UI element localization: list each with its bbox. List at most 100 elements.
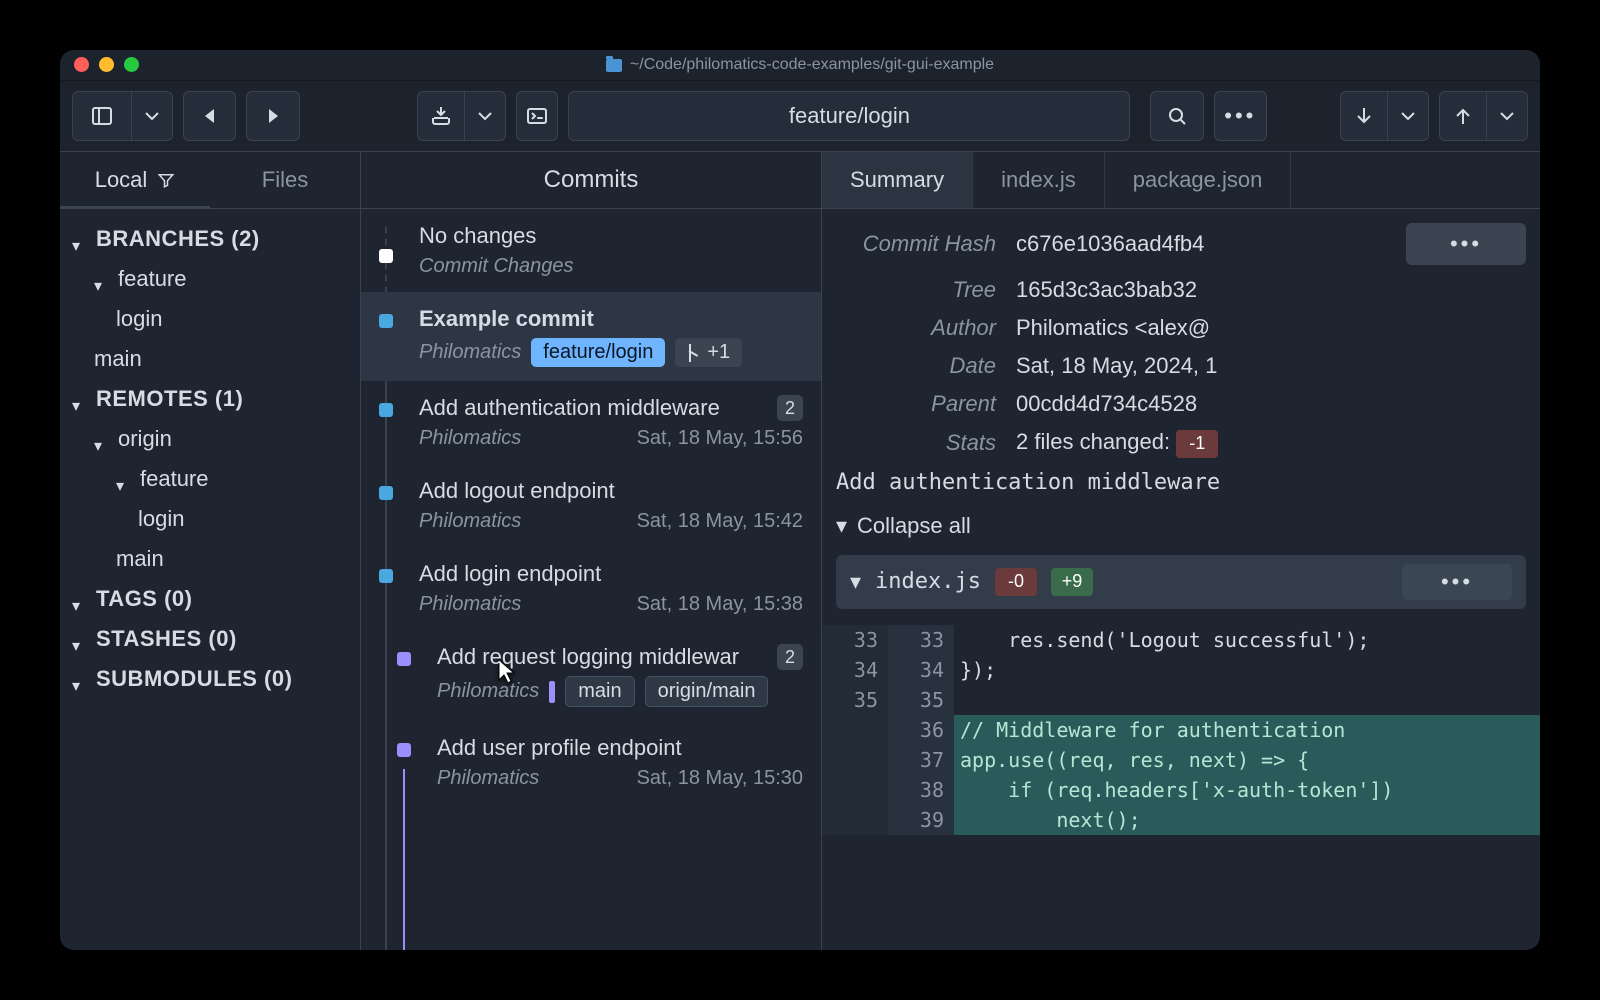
- meta-value: 00cdd4d734c4528: [1016, 391, 1406, 417]
- minimize-window-icon[interactable]: [99, 57, 114, 72]
- commit-author: Philomatics: [419, 593, 521, 616]
- pull-menu-button[interactable]: [1387, 91, 1429, 141]
- sidebar: Local Files BRANCHES (2) feature login m…: [60, 152, 361, 950]
- chevron-down-icon: [1495, 104, 1519, 128]
- meta-key: Commit Hash: [836, 231, 1016, 257]
- sidebar-menu-button[interactable]: [131, 91, 173, 141]
- tree-section-remotes[interactable]: REMOTES (1): [68, 379, 360, 419]
- commit-date: Sat, 18 May, 15:30: [637, 767, 803, 790]
- tree-section-tags[interactable]: TAGS (0): [68, 579, 360, 619]
- chevron-down-icon: [72, 591, 88, 607]
- meta-key: Date: [836, 353, 1016, 379]
- diff-file-header[interactable]: ▾ index.js -0 +9 •••: [836, 555, 1526, 609]
- stat-deletions: -0: [995, 568, 1037, 596]
- stash-button[interactable]: [417, 91, 464, 141]
- working-copy-row[interactable]: No changes Commit Changes: [361, 209, 821, 292]
- meta-value: 2 files changed: -1: [1016, 429, 1406, 458]
- wc-title: No changes: [419, 223, 803, 249]
- commits-list[interactable]: No changes Commit Changes Example commit…: [361, 209, 821, 950]
- tree-section-stashes[interactable]: STASHES (0): [68, 619, 360, 659]
- more-actions-button[interactable]: •••: [1214, 91, 1267, 141]
- detail-tab-summary[interactable]: Summary: [822, 152, 973, 208]
- commit-message: Add authentication middleware: [822, 462, 1540, 509]
- close-window-icon[interactable]: [74, 57, 89, 72]
- meta-key: Author: [836, 315, 1016, 341]
- commit-date: Sat, 18 May, 15:42: [637, 510, 803, 533]
- file-count-badge: 2: [777, 395, 803, 421]
- commit-title: Add login endpoint: [419, 561, 803, 587]
- push-menu-button[interactable]: [1486, 91, 1528, 141]
- commits-tab[interactable]: Commits: [361, 152, 821, 209]
- commit-author: Philomatics: [419, 341, 521, 364]
- detail-tab-file[interactable]: index.js: [973, 152, 1105, 208]
- commit-row[interactable]: Add request logging middlewar 2 Philomat…: [361, 630, 821, 721]
- file-actions-button[interactable]: •••: [1402, 564, 1512, 600]
- detail-tab-file[interactable]: package.json: [1105, 152, 1292, 208]
- commits-panel: Commits No changes Commit Changes Exampl…: [361, 152, 822, 950]
- commit-title: Add logout endpoint: [419, 478, 803, 504]
- commit-row[interactable]: Example commit Philomatics feature/login…: [361, 292, 821, 381]
- chevron-down-icon: ▾: [850, 569, 861, 595]
- chevron-down-icon: ▾: [836, 513, 847, 539]
- commit-row[interactable]: Add login endpoint Philomatics Sat, 18 Ma…: [361, 547, 821, 630]
- tree-section-submodules[interactable]: SUBMODULES (0): [68, 659, 360, 699]
- nav-forward-button[interactable]: [246, 91, 299, 141]
- commit-date: Sat, 18 May, 15:38: [637, 593, 803, 616]
- tree-item-feature[interactable]: feature: [68, 259, 360, 299]
- tree-item-origin-feature[interactable]: feature: [68, 459, 360, 499]
- commit-title: Example commit: [419, 306, 803, 332]
- collapse-all-button[interactable]: ▾ Collapse all: [822, 509, 1540, 549]
- commit-row[interactable]: Add user profile endpoint PhilomaticsSat…: [361, 721, 821, 804]
- push-button[interactable]: [1439, 91, 1486, 141]
- chevron-down-icon: [473, 104, 497, 128]
- sidebar-tab-label: Local: [95, 167, 148, 193]
- commit-actions-button[interactable]: •••: [1406, 223, 1526, 265]
- search-button[interactable]: [1150, 91, 1203, 141]
- ellipsis-icon: •••: [1441, 569, 1473, 595]
- zoom-window-icon[interactable]: [124, 57, 139, 72]
- tree-item-origin[interactable]: origin: [68, 419, 360, 459]
- sidebar-tab-files[interactable]: Files: [210, 152, 360, 208]
- diff-line-added: 36// Middleware for authentication: [822, 715, 1540, 745]
- toolbar: feature/login •••: [60, 81, 1540, 152]
- commit-date: Sat, 18 May, 15:56: [637, 427, 803, 450]
- branch-badge: origin/main: [645, 676, 769, 707]
- sidebar-tab-label: Files: [262, 167, 308, 193]
- file-count-badge: 2: [777, 644, 803, 670]
- triangle-left-icon: [198, 104, 222, 128]
- tree-item-feature-login[interactable]: login: [68, 299, 360, 339]
- branch-marker-icon: [549, 681, 555, 703]
- current-branch-label: feature/login: [789, 103, 910, 129]
- diff-line-added: 39 next();: [822, 805, 1540, 835]
- meta-value: Sat, 18 May, 2024, 1: [1016, 353, 1406, 379]
- terminal-icon: [525, 104, 549, 128]
- commit-author: Philomatics: [419, 510, 521, 533]
- toggle-sidebar-button[interactable]: [72, 91, 131, 141]
- sidebar-tree: BRANCHES (2) feature login main REMOTES …: [60, 209, 360, 699]
- tree-item-origin-feature-login[interactable]: login: [68, 499, 360, 539]
- pull-button[interactable]: [1340, 91, 1387, 141]
- app-window: ~/Code/philomatics-code-examples/git-gui…: [60, 50, 1540, 950]
- ellipsis-icon: •••: [1224, 103, 1256, 129]
- commit-metadata: Commit Hashc676e1036aad4fb4 ••• Tree165d…: [822, 209, 1540, 462]
- chevron-down-icon: [72, 231, 88, 247]
- tree-item-origin-main[interactable]: main: [68, 539, 360, 579]
- commit-title: Add user profile endpoint: [437, 735, 803, 761]
- detail-panel: Summary index.js package.json Commit Has…: [822, 152, 1540, 950]
- terminal-button[interactable]: [516, 91, 559, 141]
- tree-section-branches[interactable]: BRANCHES (2): [68, 219, 360, 259]
- commit-author: Philomatics: [419, 427, 521, 450]
- commit-title: Add request logging middlewar: [437, 644, 769, 670]
- commit-row[interactable]: Add logout endpoint Philomatics Sat, 18 M…: [361, 464, 821, 547]
- commit-author: Philomatics: [437, 680, 539, 703]
- chevron-down-icon: [1396, 104, 1420, 128]
- tree-item-main[interactable]: main: [68, 339, 360, 379]
- diff-line: 3333 res.send('Logout successful');: [822, 625, 1540, 655]
- stash-menu-button[interactable]: [464, 91, 506, 141]
- nav-back-button[interactable]: [183, 91, 236, 141]
- diff-view: 3333 res.send('Logout successful'); 3434…: [822, 625, 1540, 835]
- current-branch-selector[interactable]: feature/login: [568, 91, 1130, 141]
- sidebar-tab-local[interactable]: Local: [60, 152, 210, 208]
- commit-row[interactable]: Add authentication middleware 2 Philomat…: [361, 381, 821, 464]
- diff-line-added: 38 if (req.headers['x-auth-token']): [822, 775, 1540, 805]
